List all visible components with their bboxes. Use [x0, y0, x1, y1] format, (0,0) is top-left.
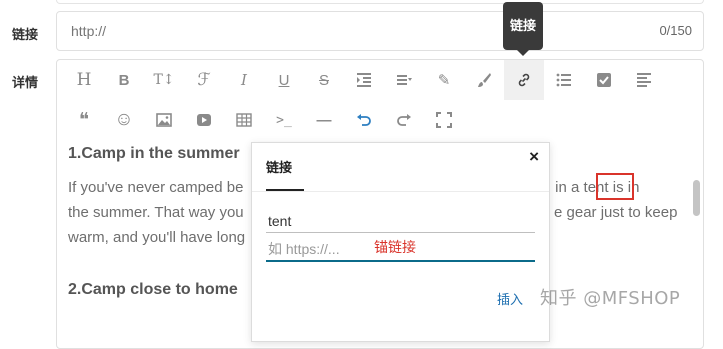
- link-field[interactable]: 0/150: [56, 11, 704, 51]
- detail-label: 详情: [12, 76, 39, 91]
- code-icon[interactable]: >_: [264, 100, 304, 140]
- align-icon[interactable]: [624, 60, 664, 100]
- popup-divider: [252, 191, 549, 192]
- link-tooltip: 链接: [503, 2, 543, 50]
- link-text-input[interactable]: [266, 209, 535, 233]
- todo-icon[interactable]: [584, 60, 624, 100]
- font-family-icon[interactable]: ℱ: [184, 60, 224, 100]
- font-color-icon[interactable]: ✎: [424, 60, 464, 100]
- image-icon[interactable]: [144, 100, 184, 140]
- link-label: 链接: [12, 28, 39, 43]
- fullscreen-icon[interactable]: [424, 100, 464, 140]
- italic-icon[interactable]: I: [224, 60, 264, 100]
- font-size-icon[interactable]: T↕: [144, 60, 184, 100]
- tent-highlight-box: [596, 173, 634, 200]
- strikethrough-icon[interactable]: S: [304, 60, 344, 100]
- editor-toolbar: H B T↕ ℱ I U S ✎ ❝ ☺ >_ —: [57, 60, 703, 142]
- link-icon[interactable]: [504, 60, 544, 100]
- table-icon[interactable]: [224, 100, 264, 140]
- popup-tab-link[interactable]: 链接: [266, 143, 304, 191]
- close-icon[interactable]: ×: [529, 147, 539, 167]
- watermark: 知乎 @MFSHOP: [540, 288, 681, 309]
- emoji-icon[interactable]: ☺: [104, 100, 144, 140]
- line-height-icon[interactable]: [384, 60, 424, 100]
- underline-icon[interactable]: U: [264, 60, 304, 100]
- insert-button[interactable]: 插入: [497, 289, 523, 308]
- content-text: warm, and you'll have long: [68, 229, 246, 246]
- background-color-icon[interactable]: [464, 60, 504, 100]
- link-char-count: 0/150: [659, 23, 692, 38]
- divider-icon[interactable]: —: [304, 100, 344, 140]
- link-popup: 链接 × 锚链接 插入: [251, 142, 550, 342]
- redo-icon[interactable]: [384, 100, 424, 140]
- quote-icon[interactable]: ❝: [64, 100, 104, 140]
- content-text: the summer. That way you: [68, 204, 244, 221]
- previous-field-edge: [56, 0, 704, 4]
- video-icon[interactable]: [184, 100, 224, 140]
- undo-icon[interactable]: [344, 100, 384, 140]
- anchor-link-annotation: 锚链接: [374, 240, 416, 256]
- heading-icon[interactable]: H: [64, 60, 104, 100]
- content-text: e gear just to keep: [554, 204, 678, 221]
- content-text: If you've never camped be: [68, 179, 244, 196]
- indent-icon[interactable]: [344, 60, 384, 100]
- bold-icon[interactable]: B: [104, 60, 144, 100]
- link-tooltip-arrow: [517, 50, 529, 56]
- editor-scrollbar[interactable]: [693, 180, 700, 216]
- list-icon[interactable]: [544, 60, 584, 100]
